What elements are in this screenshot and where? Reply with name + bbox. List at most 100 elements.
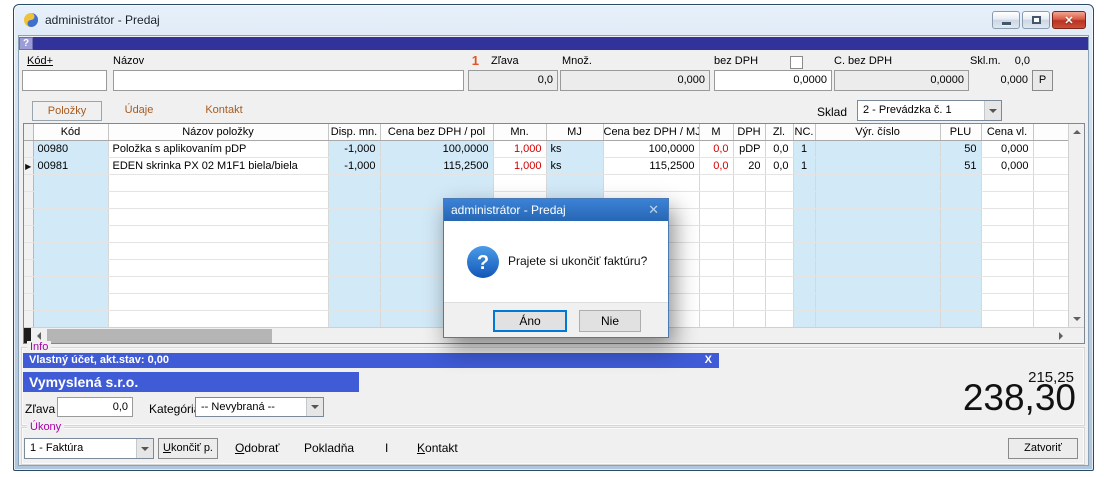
cell-nazov[interactable]: EDEN skrinka PX 02 M1F1 biela/biela <box>108 157 328 174</box>
empty-cell <box>733 242 765 259</box>
scroll-right-icon[interactable] <box>1053 328 1068 344</box>
table-row-current[interactable]: ▶ 00981 EDEN skrinka PX 02 M1F1 biela/bi… <box>24 157 1068 174</box>
scroll-down-icon[interactable] <box>1069 311 1085 327</box>
empty-cell <box>815 174 940 191</box>
cell-kod[interactable]: 00981 <box>33 157 108 174</box>
empty-cell <box>328 242 380 259</box>
cell-mn[interactable]: 1,000 <box>493 157 546 174</box>
empty-cell <box>793 208 815 225</box>
header-dph[interactable]: DPH <box>733 124 765 140</box>
cell-mj[interactable]: ks <box>546 140 603 157</box>
help-button[interactable]: ? <box>19 37 33 50</box>
close-icon <box>1064 11 1073 29</box>
vertical-scrollbar[interactable] <box>1068 124 1084 327</box>
mnoz-field[interactable]: 0,000 <box>560 70 710 91</box>
header-vyr-cislo[interactable]: Výr. číslo <box>815 124 940 140</box>
dialog-title[interactable]: administrátor - Predaj <box>444 199 668 221</box>
header-nazov[interactable]: Názov položky <box>108 124 328 140</box>
finish-button[interactable]: Ukončiť p. <box>158 438 218 459</box>
header-kod[interactable]: Kód <box>33 124 108 140</box>
doctype-combobox[interactable]: 1 - Faktúra <box>24 438 154 459</box>
cell-zl[interactable]: 0,0 <box>765 157 793 174</box>
cell-cena-pol[interactable]: 115,2500 <box>380 157 493 174</box>
header-cena-pol[interactable]: Cena bez DPH / pol <box>380 124 493 140</box>
close-window-button[interactable]: Zatvoriť <box>1008 438 1078 459</box>
dialog-close-icon[interactable] <box>648 199 659 221</box>
empty-cell <box>328 208 380 225</box>
header-cena-vl[interactable]: Cena vl. <box>981 124 1033 140</box>
empty-cell <box>328 276 380 293</box>
header-nc[interactable]: NC. <box>793 124 815 140</box>
contact-button[interactable]: Kontakt <box>417 441 458 455</box>
remove-button[interactable]: Odobrať <box>235 441 280 455</box>
header-zl[interactable]: Zl. <box>765 124 793 140</box>
cell-zl[interactable]: 0,0 <box>765 140 793 157</box>
cell-cena-mj[interactable]: 100,0000 <box>603 140 699 157</box>
cell-m[interactable]: 0,0 <box>699 140 733 157</box>
cell-disp[interactable]: -1,000 <box>328 140 380 157</box>
empty-cell <box>765 310 793 327</box>
cell-mj[interactable]: ks <box>546 157 603 174</box>
cell-plu[interactable]: 50 <box>940 140 981 157</box>
bezdph-field[interactable]: 0,0000 <box>714 70 832 91</box>
cell-disp[interactable]: -1,000 <box>328 157 380 174</box>
empty-cell <box>699 242 733 259</box>
tab-kontakt[interactable]: Kontakt <box>197 101 251 121</box>
chevron-down-icon[interactable] <box>306 398 323 416</box>
cell-vyr[interactable] <box>815 140 940 157</box>
cell-mn[interactable]: 1,000 <box>493 140 546 157</box>
empty-cell <box>1033 208 1068 225</box>
header-m[interactable]: M <box>699 124 733 140</box>
no-button[interactable]: Nie <box>579 310 641 332</box>
chevron-down-icon[interactable] <box>136 439 153 458</box>
close-button[interactable] <box>1052 11 1086 29</box>
yes-button[interactable]: Áno <box>493 310 567 332</box>
cell-cena-vl[interactable]: 0,000 <box>981 157 1033 174</box>
cell-plu[interactable]: 51 <box>940 157 981 174</box>
cell-nc[interactable]: 1 <box>793 157 815 174</box>
cell-nc[interactable]: 1 <box>793 140 815 157</box>
cell-nazov[interactable]: Položka s aplikovaním pDP <box>108 140 328 157</box>
header-cena-mj[interactable]: Cena bez DPH / MJ <box>603 124 699 140</box>
cell-cena-vl[interactable]: 0,000 <box>981 140 1033 157</box>
header-disp[interactable]: Disp. mn. <box>328 124 380 140</box>
kategoria-combobox[interactable]: -- Nevybraná -- <box>195 397 324 417</box>
account-close-icon[interactable]: X <box>705 353 712 368</box>
cash-register-button[interactable]: Pokladňa <box>304 441 354 455</box>
header-mn[interactable]: Mn. <box>493 124 546 140</box>
sklad-combobox[interactable]: 2 - Prevádzka č. 1 <box>857 100 1002 121</box>
zlava-field[interactable]: 0,0 <box>468 70 558 91</box>
empty-cell <box>940 225 981 242</box>
cell-dph[interactable]: 20 <box>733 157 765 174</box>
kod-input[interactable] <box>22 70 107 91</box>
cell-m[interactable]: 0,0 <box>699 157 733 174</box>
i-button[interactable]: I <box>385 441 388 455</box>
maximize-button[interactable] <box>1022 11 1050 29</box>
cell-vyr[interactable] <box>815 157 940 174</box>
cell-cena-pol[interactable]: 100,0000 <box>380 140 493 157</box>
horizontal-scroll-thumb[interactable] <box>47 329 272 343</box>
cell-dph[interactable]: pDP <box>733 140 765 157</box>
header-mj[interactable]: MJ <box>546 124 603 140</box>
zlava-bottom-input[interactable]: 0,0 <box>57 397 133 417</box>
dph-checkbox[interactable] <box>790 56 803 69</box>
chevron-down-icon[interactable] <box>984 101 1001 120</box>
minimize-button[interactable] <box>992 11 1020 29</box>
cbezdph-field[interactable]: 0,0000 <box>834 70 969 91</box>
cell-cena-mj[interactable]: 115,2500 <box>603 157 699 174</box>
confirm-dialog: administrátor - Predaj ? Prajete si ukon… <box>443 198 669 338</box>
cell-kod[interactable]: 00980 <box>33 140 108 157</box>
nazov-input[interactable] <box>113 70 464 91</box>
titlebar[interactable]: administrátor - Predaj <box>14 5 1093 35</box>
header-plu[interactable]: PLU <box>940 124 981 140</box>
p-button[interactable]: P <box>1032 70 1053 91</box>
empty-cell <box>1033 276 1068 293</box>
tab-polozky[interactable]: Položky <box>32 101 102 121</box>
scroll-up-icon[interactable] <box>1069 124 1085 140</box>
tab-udaje[interactable]: Údaje <box>117 101 161 121</box>
empty-cell <box>981 310 1033 327</box>
table-row[interactable]: 00980 Položka s aplikovaním pDP -1,000 1… <box>24 140 1068 157</box>
empty-cell <box>793 310 815 327</box>
empty-cell <box>108 310 328 327</box>
empty-cell <box>765 293 793 310</box>
